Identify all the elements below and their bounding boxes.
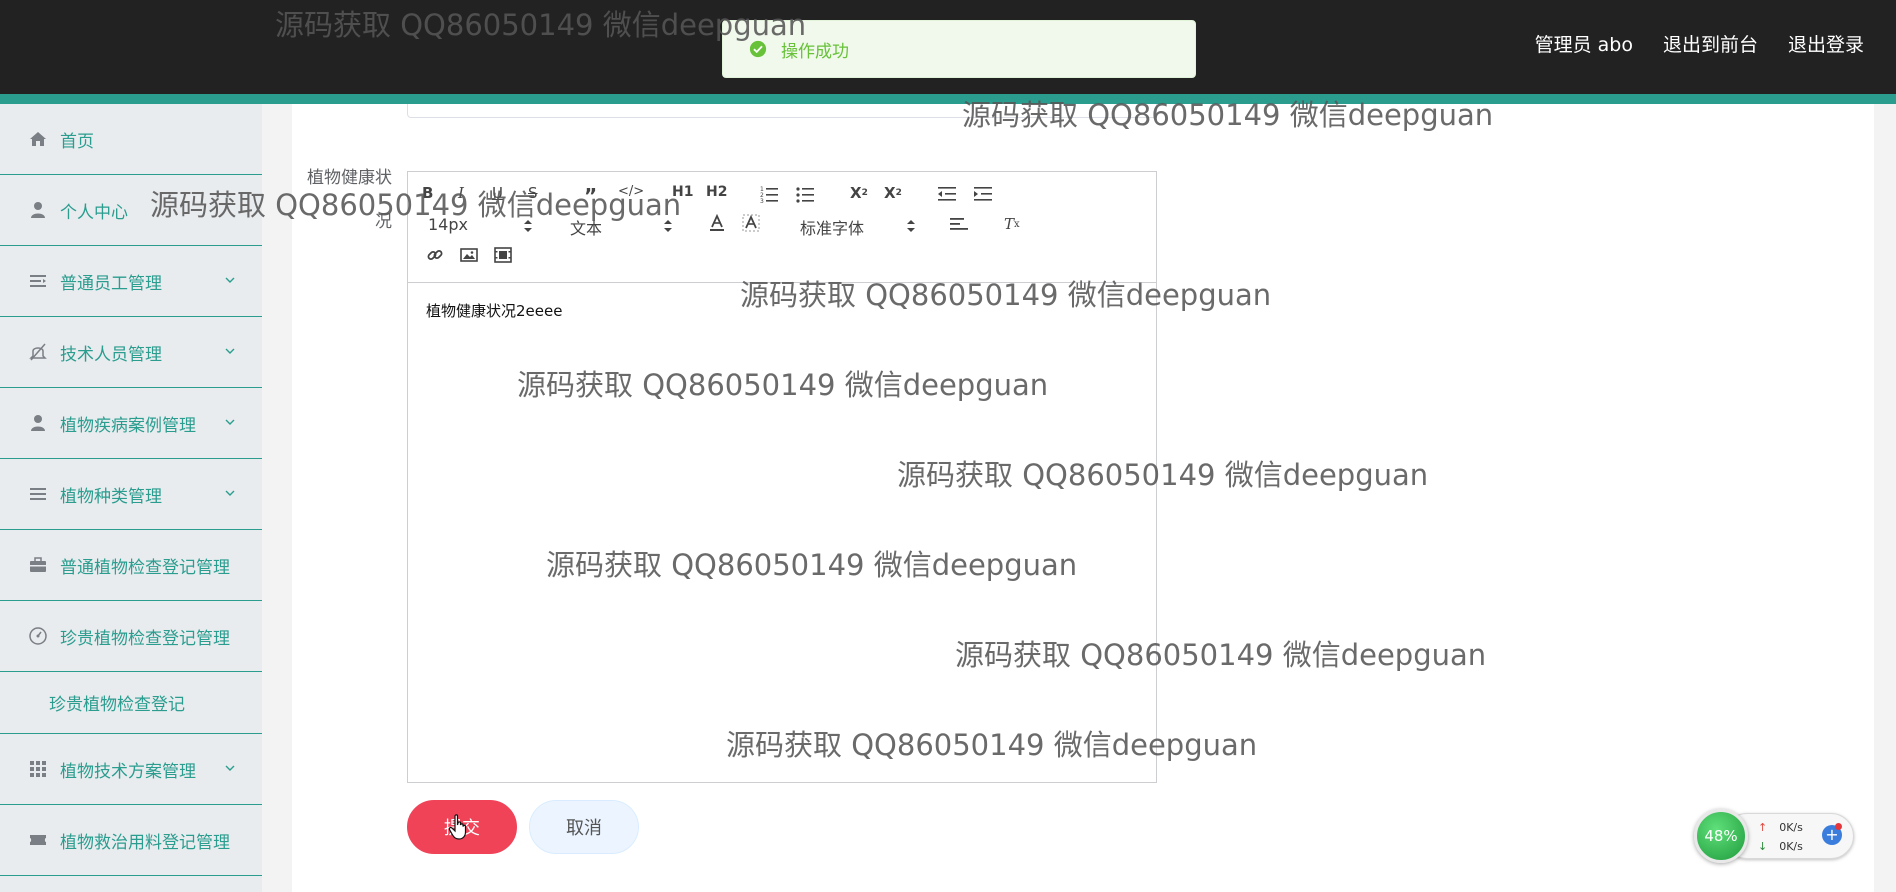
sidebar: 首页 个人中心 普通员工管理 技术人员管理 植物疾病案例管理 植物种类管理 普通… — [0, 104, 262, 892]
select-arrows-icon — [664, 220, 672, 232]
gauge-icon — [28, 626, 48, 646]
memory-usage-ball[interactable]: 48% — [1694, 809, 1748, 863]
sidebar-item-label: 首页 — [60, 131, 94, 152]
chevron-down-icon — [225, 765, 235, 771]
clear-format-icon[interactable]: Tx — [1004, 215, 1020, 233]
back-to-front-link[interactable]: 退出到前台 — [1663, 30, 1758, 57]
app-root: 管理员 abo 退出到前台 退出登录 操作成功 首页 个人中心 普通员工管理 技… — [0, 0, 1896, 892]
outdent-icon[interactable] — [938, 185, 956, 203]
indent-icon[interactable] — [974, 185, 992, 203]
admin-user-label[interactable]: 管理员 abo — [1535, 30, 1633, 57]
grid-icon — [28, 759, 48, 779]
sidebar-subitem-rare-check[interactable]: 珍贵植物检查登记 — [0, 672, 262, 734]
sidebar-item-tech-plans[interactable]: 植物技术方案管理 — [0, 734, 262, 805]
svg-text:3: 3 — [760, 198, 764, 203]
sidebar-item-label: 植物种类管理 — [60, 486, 162, 507]
sidebar-item-home[interactable]: 首页 — [0, 104, 262, 175]
font-size-select[interactable]: 14px — [428, 215, 468, 234]
user-icon — [28, 413, 48, 433]
sidebar-item-label: 普通员工管理 — [60, 273, 162, 294]
download-arrow-icon: ↓ — [1758, 840, 1768, 853]
upload-speed: ↑ 0K/s — [1758, 821, 1803, 834]
sidebar-item-rescue-materials[interactable]: 植物救治用料登记管理 — [0, 805, 262, 876]
font-color-icon[interactable] — [708, 214, 726, 232]
list-indent-icon — [28, 271, 48, 291]
success-toast: 操作成功 — [722, 20, 1196, 78]
download-speed-value: 0K/s — [1779, 840, 1803, 853]
chevron-down-icon — [225, 277, 235, 283]
field-label-health-status: 植物健康状况 — [307, 168, 392, 232]
sidebar-subitem-label: 珍贵植物检查登记 — [49, 695, 185, 715]
blockquote-icon[interactable]: ” — [584, 184, 597, 208]
notification-dot — [1835, 823, 1842, 830]
home-icon — [28, 129, 48, 149]
sidebar-item-profile[interactable]: 个人中心 — [0, 175, 262, 246]
strikethrough-icon[interactable]: S — [528, 184, 538, 202]
download-speed: ↓ 0K/s — [1758, 840, 1803, 853]
select-arrows-icon — [524, 220, 532, 232]
upload-arrow-icon: ↑ — [1758, 821, 1768, 834]
bold-icon[interactable]: B — [422, 184, 433, 202]
code-icon[interactable]: </> — [618, 184, 644, 199]
sidebar-item-label: 植物技术方案管理 — [60, 761, 196, 782]
rich-text-editor: B I U S ” </> H1 H2 123 X2 X2 14px 文本 标准… — [407, 171, 1157, 783]
hand-cursor-icon — [448, 814, 467, 840]
ticket-icon — [28, 830, 48, 850]
sidebar-item-staff[interactable]: 普通员工管理 — [0, 246, 262, 317]
logout-link[interactable]: 退出登录 — [1788, 30, 1864, 57]
list-icon — [28, 484, 48, 504]
background-color-icon[interactable] — [742, 214, 760, 232]
heading2-icon[interactable]: H2 — [706, 184, 727, 200]
editor-toolbar: B I U S ” </> H1 H2 123 X2 X2 14px 文本 标准… — [408, 172, 1156, 283]
chevron-down-icon — [225, 419, 235, 425]
check-circle-icon — [749, 40, 767, 58]
select-arrows-icon — [907, 220, 915, 232]
heading1-icon[interactable]: H1 — [672, 184, 693, 200]
previous-field-input[interactable] — [407, 104, 1157, 118]
sidebar-item-label: 个人中心 — [60, 202, 128, 223]
chevron-down-icon — [225, 348, 235, 354]
cancel-button[interactable]: 取消 — [529, 800, 639, 854]
chevron-down-icon — [225, 490, 235, 496]
ordered-list-icon[interactable]: 123 — [760, 185, 778, 203]
sidebar-item-label: 普通植物检查登记管理 — [60, 557, 230, 578]
sidebar-item-normal-check[interactable]: 普通植物检查登记管理 — [0, 530, 262, 601]
editor-content[interactable]: 植物健康状况2eeee — [426, 300, 562, 321]
header-accent-bar — [0, 94, 1896, 104]
image-icon[interactable] — [460, 246, 478, 264]
briefcase-icon — [28, 555, 48, 575]
sidebar-item-label: 植物疾病案例管理 — [60, 415, 196, 436]
bullet-list-icon[interactable] — [796, 185, 814, 203]
user-icon — [28, 200, 48, 220]
italic-icon[interactable]: I — [458, 184, 464, 202]
underline-icon[interactable]: U — [492, 184, 503, 202]
toast-message: 操作成功 — [781, 41, 849, 62]
subscript-icon[interactable]: X2 — [850, 184, 868, 202]
header-links: 管理员 abo 退出到前台 退出登录 — [1535, 30, 1864, 57]
sidebar-item-plant-types[interactable]: 植物种类管理 — [0, 459, 262, 530]
upload-speed-value: 0K/s — [1779, 821, 1803, 834]
heading-select[interactable]: 文本 — [570, 215, 602, 239]
network-speed-widget[interactable]: 48% ↑ 0K/s ↓ 0K/s + — [1694, 809, 1854, 863]
memory-percent: 48% — [1704, 827, 1738, 845]
align-left-icon[interactable] — [950, 215, 968, 233]
link-icon[interactable] — [426, 246, 444, 264]
sidebar-item-tech-staff[interactable]: 技术人员管理 — [0, 317, 262, 388]
bell-off-icon — [28, 342, 48, 362]
sidebar-item-label: 技术人员管理 — [60, 344, 162, 365]
superscript-icon[interactable]: X2 — [884, 184, 902, 202]
font-family-select[interactable]: 标准字体 — [800, 215, 864, 239]
sidebar-item-rare-check[interactable]: 珍贵植物检查登记管理 — [0, 601, 262, 672]
sidebar-item-label: 珍贵植物检查登记管理 — [60, 628, 230, 649]
sidebar-item-disease-cases[interactable]: 植物疾病案例管理 — [0, 388, 262, 459]
video-icon[interactable] — [494, 246, 512, 264]
sidebar-item-label: 植物救治用料登记管理 — [60, 832, 230, 853]
